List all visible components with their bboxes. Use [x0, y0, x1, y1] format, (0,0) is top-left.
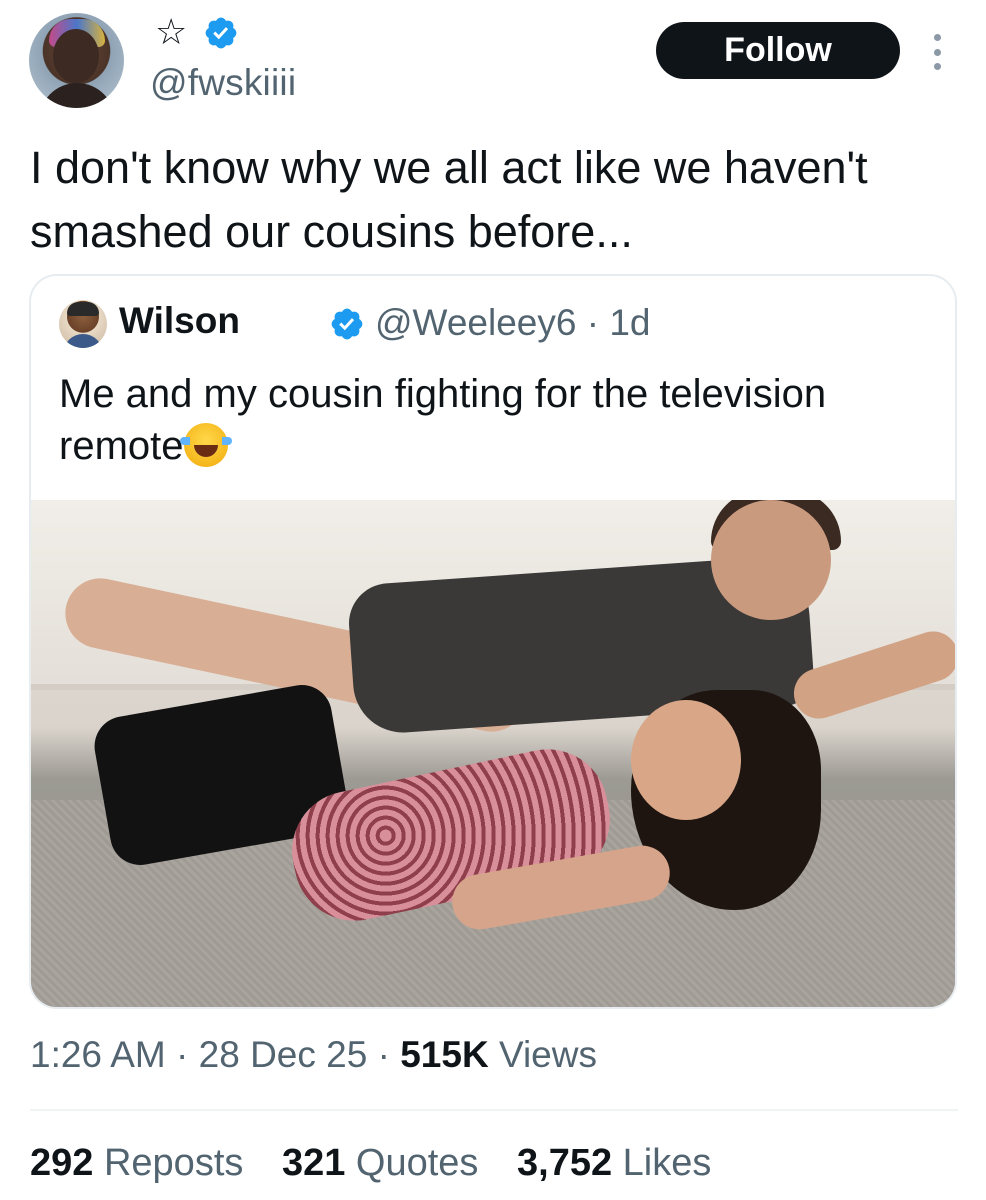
avatar-shirt	[63, 334, 103, 348]
follow-button[interactable]: Follow	[656, 22, 900, 79]
more-dot	[933, 48, 941, 56]
quoted-age[interactable]: 1d	[609, 302, 650, 343]
reposts-count: 292	[30, 1142, 94, 1184]
laughing-tears-emoji-icon	[179, 423, 232, 467]
quoted-text-body: Me and my cousin fighting for the televi…	[59, 372, 827, 468]
views-count: 515K	[400, 1034, 489, 1075]
meta-separator: ·	[586, 302, 600, 343]
verified-badge-icon	[331, 308, 363, 340]
quoted-media-image[interactable]	[31, 500, 955, 1007]
tweet-text: I don't know why we all act like we have…	[30, 142, 868, 257]
tweet-timestamp: 1:26 AM · 28 Dec 25 · 515K Views	[30, 1034, 597, 1076]
quoted-text: Me and my cousin fighting for the televi…	[59, 368, 939, 472]
tweet-time[interactable]: 1:26 AM	[30, 1034, 166, 1075]
more-options-icon[interactable]	[929, 34, 945, 70]
likes-stat[interactable]: 3,752 Likes	[517, 1142, 711, 1184]
reposts-label: Reposts	[103, 1142, 244, 1184]
quoted-meta: @Weeleey6 · 1d	[375, 302, 650, 344]
avatar-face	[53, 29, 99, 83]
author-avatar[interactable]	[29, 13, 124, 108]
engagement-stats: 292 Reposts 321 Quotes 3,752 Likes	[30, 1142, 739, 1185]
media-woman-face	[631, 700, 741, 820]
quoted-author-avatar[interactable]	[59, 300, 107, 348]
meta-separator: ·	[377, 1034, 390, 1075]
avatar-cap	[67, 302, 99, 316]
avatar-body	[39, 83, 115, 108]
quoted-tweet-card[interactable]: Wilson @Weeleey6 · 1d Me and my cousin f…	[29, 274, 957, 1009]
likes-count: 3,752	[517, 1142, 613, 1184]
media-man-head	[711, 500, 831, 620]
quotes-label: Quotes	[355, 1142, 479, 1184]
star-icon: ☆	[155, 11, 188, 52]
more-dot	[933, 34, 941, 41]
quoted-author-name[interactable]: Wilson	[119, 300, 240, 342]
meta-separator: ·	[176, 1034, 189, 1075]
author-handle[interactable]: @fwskiiii	[150, 62, 296, 104]
verified-badge-icon	[205, 17, 237, 49]
views-label: Views	[498, 1034, 597, 1075]
tweet-date[interactable]: 28 Dec 25	[199, 1034, 368, 1075]
divider	[30, 1109, 958, 1111]
quoted-handle[interactable]: @Weeleey6	[375, 302, 576, 343]
more-dot	[933, 63, 941, 70]
quotes-stat[interactable]: 321 Quotes	[282, 1142, 479, 1184]
reposts-stat[interactable]: 292 Reposts	[30, 1142, 243, 1184]
quotes-count: 321	[281, 1142, 346, 1184]
likes-label: Likes	[622, 1142, 712, 1184]
